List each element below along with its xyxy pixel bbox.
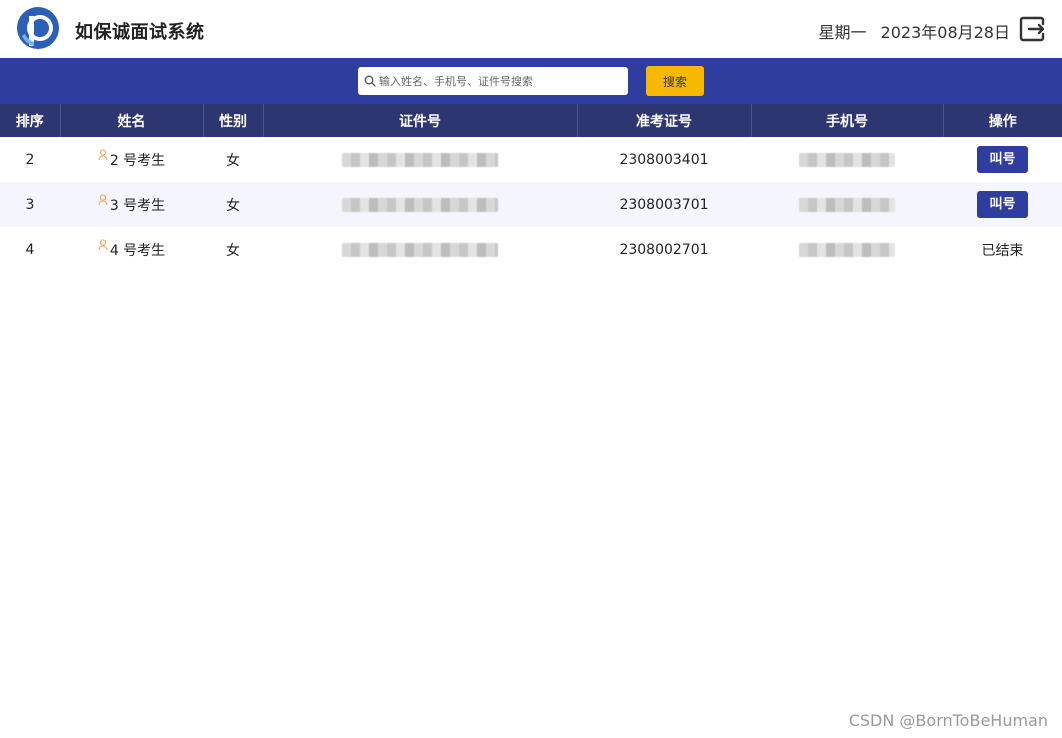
column-header-id-number: 证件号 [263, 104, 578, 137]
id-number-cell [263, 137, 577, 182]
date-label: 2023年08月28日 [880, 23, 1010, 42]
candidate-name: 3 号考生 [109, 197, 166, 214]
name-cell: 3 号考生 [60, 182, 203, 227]
search-box[interactable] [358, 67, 628, 95]
call-button[interactable]: 叫号 [977, 146, 1028, 173]
order-cell: 4 [25, 241, 35, 258]
user-icon [98, 238, 108, 250]
id-number-cell [263, 182, 577, 227]
redacted-phone [799, 242, 895, 257]
table-row: 3 3 号考生 女 2308003701 叫号 [0, 182, 1062, 227]
name-cell: 2 号考生 [60, 137, 203, 182]
search-bar: 搜索 [0, 58, 1062, 104]
id-number-cell [263, 227, 577, 272]
app-title: 如保诚面试系统 [75, 22, 205, 43]
candidate-table: 排序 姓名 性别 证件号 准考证号 手机号 操作 2 2 号考生 女 23080… [0, 104, 1062, 272]
search-button[interactable]: 搜索 [646, 66, 704, 96]
exam-number-cell: 2308003701 [577, 182, 751, 227]
column-header-order: 排序 [0, 104, 61, 137]
call-button[interactable]: 叫号 [977, 191, 1028, 218]
redacted-id-number [342, 242, 498, 257]
column-header-exam-number: 准考证号 [577, 104, 752, 137]
app-header: 如保诚面试系统 星期一 2023年08月28日 [0, 0, 1062, 58]
order-cell: 2 [25, 151, 35, 168]
redacted-phone [799, 152, 895, 167]
action-cell: 已结束 [943, 227, 1062, 272]
column-header-gender: 性别 [203, 104, 264, 137]
table-row: 2 2 号考生 女 2308003401 叫号 [0, 137, 1062, 182]
column-header-phone: 手机号 [751, 104, 944, 137]
exam-number-cell: 2308003401 [619, 151, 709, 168]
phone-cell [751, 137, 943, 182]
name-cell: 4 号考生 [60, 227, 203, 272]
redacted-id-number [342, 152, 498, 167]
gender-cell: 女 [226, 242, 240, 259]
status-finished: 已结束 [981, 242, 1024, 259]
exam-number-cell: 2308002701 [619, 241, 709, 258]
logout-icon[interactable] [1018, 15, 1046, 43]
redacted-id-number [342, 197, 498, 212]
phone-cell [751, 227, 943, 272]
logo-icon [17, 7, 59, 49]
order-cell: 3 [0, 182, 60, 227]
candidate-name: 4 号考生 [109, 242, 166, 259]
gender-cell: 女 [226, 152, 240, 169]
column-header-name: 姓名 [60, 104, 204, 137]
action-cell: 叫号 [943, 182, 1062, 227]
user-icon [98, 148, 108, 160]
watermark: CSDN @BornToBeHuman [848, 711, 1048, 730]
date-display: 星期一 2023年08月28日 [819, 19, 1010, 43]
weekday-label: 星期一 [818, 23, 867, 42]
search-input[interactable] [379, 74, 619, 88]
gender-cell: 女 [203, 182, 263, 227]
candidate-name: 2 号考生 [109, 152, 166, 169]
action-cell: 叫号 [943, 137, 1062, 182]
redacted-phone [799, 197, 895, 212]
user-icon [98, 193, 108, 205]
table-header-row: 排序 姓名 性别 证件号 准考证号 手机号 操作 [0, 104, 1062, 137]
table-row: 4 4 号考生 女 2308002701 已结束 [0, 227, 1062, 272]
column-header-action: 操作 [943, 104, 1062, 137]
phone-cell [751, 182, 943, 227]
search-icon [364, 75, 376, 87]
